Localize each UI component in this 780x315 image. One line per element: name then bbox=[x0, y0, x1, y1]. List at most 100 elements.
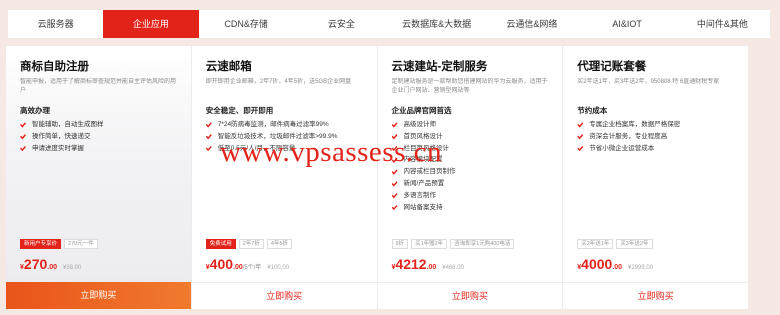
card-title: 云速邮箱 bbox=[205, 61, 252, 73]
feature-text: 节省小微企业运营成本 bbox=[589, 144, 655, 152]
product-card-website-builder: 云速建站-定制服务 定制建站服务是一款帮助您搭建网站的华为云服务，适用于企业门户… bbox=[377, 46, 563, 309]
promo-tags: 免费试用 2年7折 4年5折 bbox=[205, 239, 293, 249]
feature-text: 智能辅助，自动生成图样 bbox=[32, 121, 104, 128]
price-row: ¥400.00/5个/年 ¥100.00 bbox=[206, 256, 289, 274]
feature-item: 智能反垃圾技术，垃圾邮件过滤率>99.9% bbox=[205, 131, 365, 143]
buy-now-button[interactable]: 立即购买 bbox=[563, 282, 748, 309]
feature-list: 高级设计师 首页风格设计 栏目页风格设计 内容模块配置 内容或栏目页制作 新闻/… bbox=[391, 119, 551, 214]
promo-tag-free-trial: 免费试用 bbox=[205, 239, 236, 249]
current-price: ¥4000.00 bbox=[577, 256, 623, 272]
feature-text: 首页风格设计 bbox=[403, 132, 443, 140]
check-icon bbox=[391, 193, 398, 199]
tab-enterprise-apps[interactable]: 企业应用 bbox=[103, 10, 199, 38]
card-section-heading: 企业品牌官网首选 bbox=[391, 106, 452, 115]
card-section-heading: 安全稳定、即开即用 bbox=[205, 106, 274, 115]
price-row: ¥4212.00 ¥468.00 bbox=[392, 256, 465, 274]
price-row: ¥270.00 ¥38.00 bbox=[20, 256, 81, 274]
tab-cloud-security[interactable]: 云安全 bbox=[294, 10, 389, 38]
promo-tag: 买3年送2年 bbox=[616, 239, 653, 249]
feature-item: 网站备案支持 bbox=[391, 202, 551, 214]
check-icon bbox=[391, 134, 398, 140]
feature-text: 资深会计服务，专业程度高 bbox=[589, 132, 668, 140]
feature-text: 网站备案支持 bbox=[403, 203, 443, 211]
product-card-trademark: 商标自助注册 智能申报，适用于了解商标审查规范并能自主评估风险的用户 高效办理 … bbox=[6, 46, 191, 309]
feature-text: 内容或栏目页制作 bbox=[403, 168, 456, 176]
feature-text: 智能反垃圾技术，垃圾邮件过滤率>99.9% bbox=[217, 132, 338, 140]
feature-item: 栏目页风格设计 bbox=[391, 143, 551, 155]
product-cards: 商标自助注册 智能申报，适用于了解商标审查规范并能自主评估风险的用户 高效办理 … bbox=[6, 46, 748, 309]
feature-text: 申请进度实时掌握 bbox=[32, 144, 84, 152]
promo-tags: 买2年送1年 买3年送2年 bbox=[577, 239, 653, 249]
feature-text: 操作简单，快速递交 bbox=[32, 132, 91, 140]
tab-ai-iot[interactable]: AI&IOT bbox=[580, 10, 675, 38]
card-description: 智能申报，适用于了解商标审查规范并能自主评估风险的用户 bbox=[20, 79, 177, 94]
check-icon bbox=[391, 122, 398, 128]
current-price: ¥400.00/5个/年 bbox=[205, 256, 262, 272]
check-icon bbox=[20, 145, 26, 152]
tab-communication-network[interactable]: 云通信&网络 bbox=[484, 10, 579, 38]
check-icon bbox=[391, 145, 398, 152]
current-price: ¥270.00 bbox=[20, 256, 57, 272]
check-icon bbox=[577, 145, 584, 152]
card-title: 商标自助注册 bbox=[20, 61, 89, 73]
product-card-bookkeeping: 代理记账套餐 买2年送1年，买3年送2年，950808 特 6直通财税专家 节约… bbox=[563, 46, 748, 309]
check-icon bbox=[205, 122, 212, 128]
buy-now-button[interactable]: 立即购买 bbox=[6, 282, 191, 309]
feature-item: 7*24防病毒监测，邮件病毒过滤率99% bbox=[205, 119, 365, 131]
promo-tags: 9折 买1年赠2年 咨询即享1元购400电话 bbox=[391, 239, 515, 249]
buy-now-button[interactable]: 立即购买 bbox=[377, 282, 563, 309]
tab-middleware-other[interactable]: 中间件&其他 bbox=[675, 10, 770, 38]
product-card-email: 云速邮箱 即开即用企业邮箱，2年7折，4年5折，送5GB企业网盘 安全稳定、即开… bbox=[191, 46, 377, 309]
feature-item: 节省小微企业运营成本 bbox=[577, 143, 736, 155]
original-price: ¥468.00 bbox=[442, 265, 464, 271]
feature-item: 低至0.5元/人/月，不限容量 bbox=[205, 143, 365, 155]
feature-item: 新闻/产品预置 bbox=[391, 178, 551, 190]
feature-item: 申请进度实时掌握 bbox=[20, 143, 179, 155]
check-icon bbox=[391, 157, 398, 163]
check-icon bbox=[20, 122, 26, 128]
original-price: ¥38.00 bbox=[63, 265, 82, 271]
feature-text: 内容模块配置 bbox=[403, 156, 443, 164]
feature-item: 多语言制作 bbox=[391, 190, 551, 202]
card-section-heading: 节约成本 bbox=[577, 106, 608, 115]
feature-text: 专属企业档案库，数据严格保密 bbox=[589, 121, 681, 128]
feature-list: 专属企业档案库，数据严格保密 资深会计服务，专业程度高 节省小微企业运营成本 bbox=[577, 119, 736, 154]
feature-item: 资深会计服务，专业程度高 bbox=[577, 131, 736, 143]
feature-item: 首页风格设计 bbox=[391, 131, 551, 143]
promo-tag-new-user: 新用户专享价 bbox=[20, 239, 62, 249]
feature-text: 多语言制作 bbox=[403, 191, 437, 199]
check-icon bbox=[391, 181, 398, 187]
tab-cdn-storage[interactable]: CDN&存储 bbox=[199, 10, 294, 38]
category-tabs: 云服务器 企业应用 CDN&存储 云安全 云数据库&大数据 云通信&网络 AI&… bbox=[8, 10, 770, 38]
feature-item: 智能辅助，自动生成图样 bbox=[20, 119, 179, 131]
feature-item: 专属企业档案库，数据严格保密 bbox=[577, 119, 736, 131]
feature-text: 新闻/产品预置 bbox=[403, 179, 445, 187]
check-icon bbox=[391, 169, 398, 175]
tab-database-bigdata[interactable]: 云数据库&大数据 bbox=[389, 10, 484, 38]
feature-item: 内容或栏目页制作 bbox=[391, 166, 551, 178]
card-section-heading: 高效办理 bbox=[20, 106, 50, 115]
card-title: 代理记账套餐 bbox=[577, 61, 647, 73]
promo-tag: 买1年赠2年 bbox=[411, 239, 448, 249]
buy-now-button[interactable]: 立即购买 bbox=[191, 282, 377, 309]
feature-text: 低至0.5元/人/月，不限容量 bbox=[217, 144, 296, 152]
feature-text: 栏目页风格设计 bbox=[403, 144, 450, 152]
promo-tag: 咨询即享1元购400电话 bbox=[450, 239, 515, 249]
promo-tag: 270元一件 bbox=[64, 239, 98, 249]
promo-tag: 9折 bbox=[391, 239, 409, 249]
promo-tag: 买2年送1年 bbox=[577, 239, 614, 249]
tab-cloud-server[interactable]: 云服务器 bbox=[8, 10, 103, 38]
current-price: ¥4212.00 bbox=[391, 256, 437, 272]
check-icon bbox=[205, 145, 212, 152]
original-price: ¥100.00 bbox=[267, 265, 290, 271]
original-price: ¥2999.00 bbox=[628, 265, 654, 271]
feature-text: 高级设计师 bbox=[403, 121, 437, 128]
promo-tag: 2年7折 bbox=[238, 239, 264, 249]
feature-item: 内容模块配置 bbox=[391, 154, 551, 166]
card-title: 云速建站-定制服务 bbox=[391, 61, 488, 73]
check-icon bbox=[577, 134, 584, 140]
promo-tags: 新用户专享价 270元一件 bbox=[20, 239, 98, 249]
check-icon bbox=[205, 134, 212, 140]
check-icon bbox=[391, 204, 398, 211]
check-icon bbox=[20, 134, 26, 140]
